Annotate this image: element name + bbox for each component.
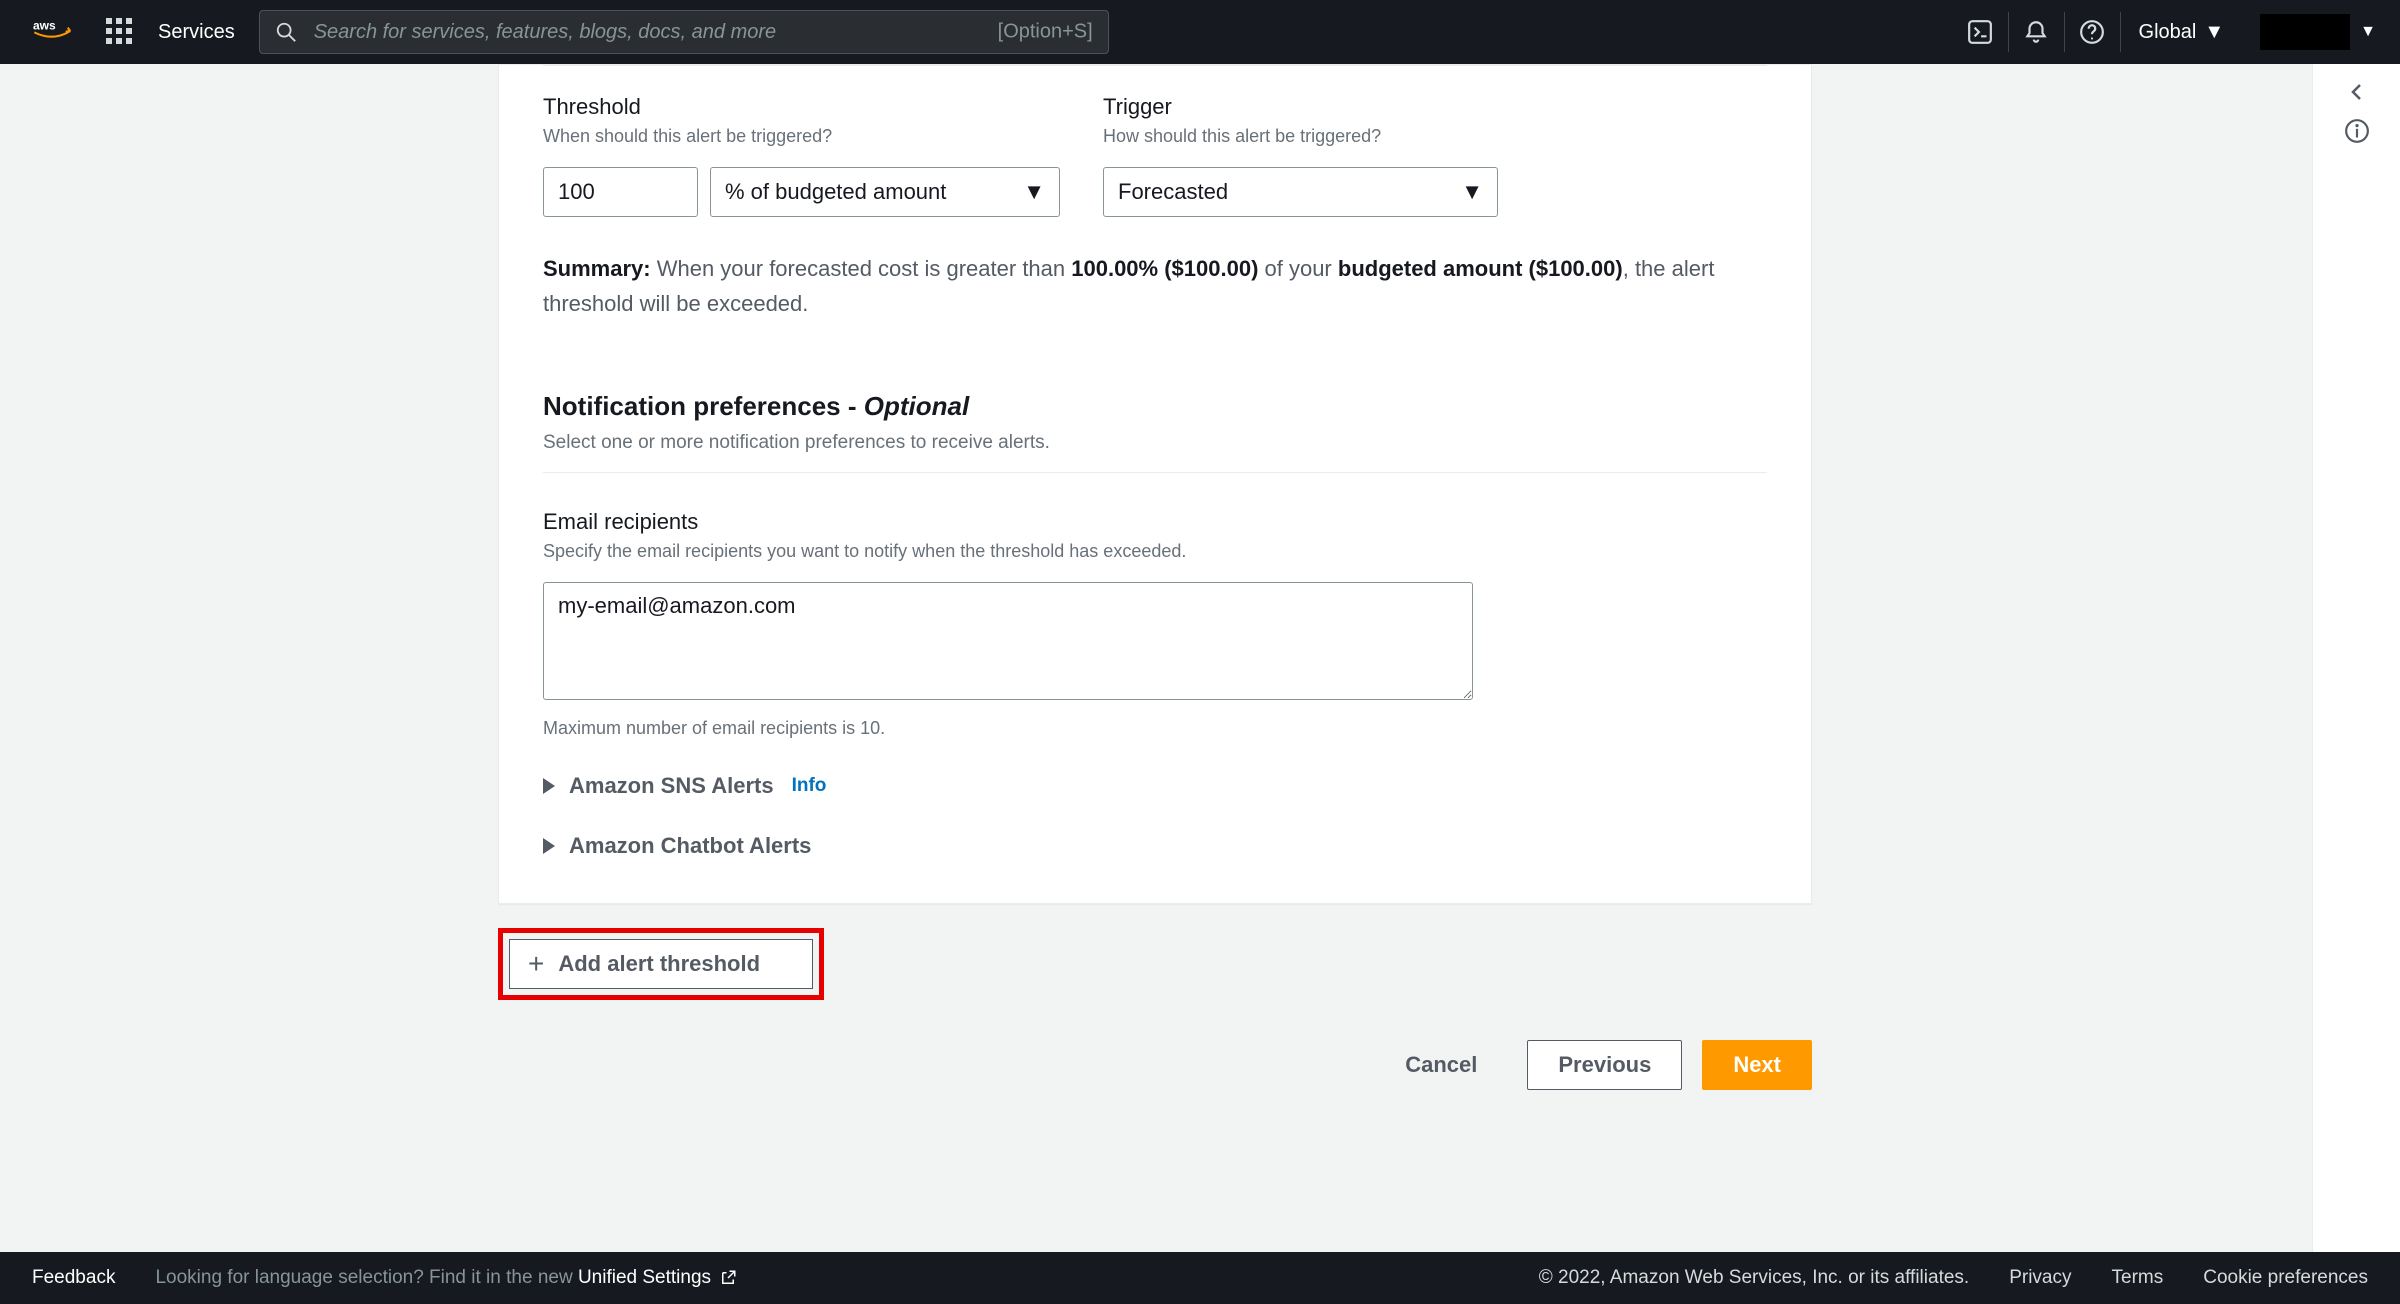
email-recipients-field: Email recipients Specify the email recip… <box>543 509 1767 739</box>
threshold-field: Threshold When should this alert be trig… <box>543 94 1077 217</box>
alert-config-card: Threshold When should this alert be trig… <box>498 64 1812 904</box>
threshold-desc: When should this alert be triggered? <box>543 126 1077 147</box>
highlight-box: + Add alert threshold <box>498 928 824 1000</box>
next-button[interactable]: Next <box>1702 1040 1812 1090</box>
top-nav: aws Services [Option+S] Global▼ ▼ <box>0 0 2400 64</box>
trigger-desc: How should this alert be triggered? <box>1103 126 1498 147</box>
unified-settings-link[interactable]: Unified Settings <box>578 1267 737 1289</box>
add-alert-threshold-button[interactable]: + Add alert threshold <box>509 939 813 989</box>
search-shortcut: [Option+S] <box>998 21 1093 44</box>
wizard-buttons: Cancel Previous Next <box>498 1040 1812 1090</box>
services-grid-icon[interactable] <box>106 18 134 46</box>
svg-text:aws: aws <box>33 19 56 33</box>
email-label: Email recipients <box>543 509 1767 535</box>
trigger-label: Trigger <box>1103 94 1498 120</box>
cloudshell-icon[interactable] <box>1952 12 2008 52</box>
help-panel-strip <box>2312 64 2400 1252</box>
caret-down-icon: ▼ <box>2204 21 2224 44</box>
triangle-right-icon <box>543 778 555 794</box>
notification-preferences-desc: Select one or more notification preferen… <box>543 432 1767 454</box>
search-icon <box>275 21 297 43</box>
notification-preferences-heading: Notification preferences - Optional <box>543 391 1767 422</box>
threshold-label: Threshold <box>543 94 1077 120</box>
help-icon[interactable] <box>2064 12 2120 52</box>
feedback-link[interactable]: Feedback <box>32 1267 115 1289</box>
caret-down-icon: ▼ <box>1461 179 1483 205</box>
info-link[interactable]: Info <box>792 775 827 797</box>
search-wrap: [Option+S] <box>259 10 1109 54</box>
notifications-icon[interactable] <box>2008 12 2064 52</box>
search-input[interactable] <box>259 10 1109 54</box>
threshold-unit-select[interactable]: % of budgeted amount ▼ <box>710 167 1060 217</box>
email-hint: Maximum number of email recipients is 10… <box>543 718 1767 739</box>
email-desc: Specify the email recipients you want to… <box>543 541 1767 562</box>
previous-button[interactable]: Previous <box>1527 1040 1682 1090</box>
collapse-panel-button[interactable] <box>2345 80 2369 104</box>
trigger-field: Trigger How should this alert be trigger… <box>1103 94 1498 217</box>
triangle-right-icon <box>543 838 555 854</box>
copyright-text: © 2022, Amazon Web Services, Inc. or its… <box>1539 1267 1969 1289</box>
sns-alerts-expander[interactable]: Amazon SNS Alerts Info <box>543 773 1767 799</box>
aws-logo[interactable]: aws <box>24 25 82 39</box>
nav-icons: Global▼ ▼ <box>1952 12 2376 52</box>
footer-bar: Feedback Looking for language selection?… <box>0 1252 2400 1304</box>
privacy-link[interactable]: Privacy <box>2009 1267 2071 1289</box>
services-link[interactable]: Services <box>158 21 235 44</box>
account-menu[interactable] <box>2260 14 2350 50</box>
chatbot-alerts-expander[interactable]: Amazon Chatbot Alerts <box>543 833 1767 859</box>
cookie-preferences-link[interactable]: Cookie preferences <box>2203 1267 2368 1289</box>
region-selector[interactable]: Global▼ <box>2120 12 2243 52</box>
plus-icon: + <box>528 950 544 978</box>
trigger-select[interactable]: Forecasted ▼ <box>1103 167 1498 217</box>
caret-down-icon: ▼ <box>2360 23 2376 41</box>
email-recipients-input[interactable] <box>543 582 1473 700</box>
terms-link[interactable]: Terms <box>2112 1267 2164 1289</box>
external-link-icon <box>719 1269 737 1287</box>
summary-text: Summary: When your forecasted cost is gr… <box>543 251 1767 321</box>
threshold-value-input[interactable] <box>543 167 698 217</box>
caret-down-icon: ▼ <box>1023 179 1045 205</box>
info-panel-icon[interactable] <box>2344 118 2370 144</box>
cancel-button[interactable]: Cancel <box>1375 1040 1507 1090</box>
